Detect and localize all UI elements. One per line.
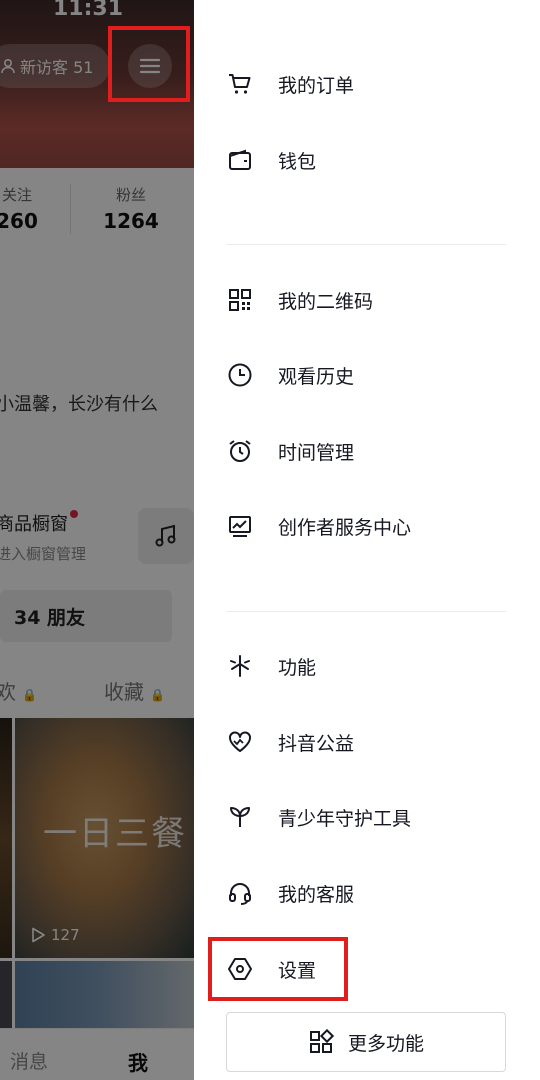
menu-item-history[interactable]: 观看历史 (226, 353, 516, 397)
menu-item-label: 我的订单 (278, 74, 355, 97)
clock-icon (226, 361, 254, 389)
menu-item-youth-protection[interactable]: 青少年守护工具 (226, 795, 516, 839)
menu-item-time-management[interactable]: 时间管理 (226, 429, 516, 473)
alarm-clock-icon (226, 437, 254, 465)
menu-item-wallet[interactable]: 钱包 (226, 138, 516, 182)
qr-code-icon (226, 286, 254, 314)
menu-item-customer-service[interactable]: 我的客服 (226, 871, 516, 915)
wallet-icon (226, 146, 254, 174)
menu-item-label: 观看历史 (278, 365, 355, 388)
menu-divider (226, 611, 506, 612)
cart-icon (226, 70, 254, 98)
more-functions-label: 更多功能 (347, 1032, 424, 1055)
more-functions-button[interactable]: 更多功能 (226, 1012, 506, 1072)
menu-item-creator-center[interactable]: 创作者服务中心 (226, 504, 516, 548)
sprout-icon (226, 803, 254, 831)
menu-item-label: 功能 (278, 656, 317, 679)
menu-item-label: 创作者服务中心 (278, 516, 412, 539)
charity-heart-icon (226, 728, 254, 756)
menu-item-label: 抖音公益 (278, 732, 355, 755)
menu-item-label: 钱包 (278, 150, 317, 173)
grid-apps-icon (309, 1029, 334, 1053)
menu-item-charity[interactable]: 抖音公益 (226, 720, 516, 764)
menu-item-label: 我的客服 (278, 883, 355, 906)
dim-overlay[interactable] (0, 0, 194, 1080)
menu-item-label: 我的二维码 (278, 290, 374, 313)
menu-item-label: 设置 (278, 959, 317, 982)
settings-hexagon-icon (226, 955, 254, 983)
menu-item-label: 时间管理 (278, 441, 355, 464)
menu-item-qr-code[interactable]: 我的二维码 (226, 278, 516, 322)
creator-chart-icon (226, 512, 254, 540)
headset-icon (226, 879, 254, 907)
menu-item-label: 青少年守护工具 (278, 807, 412, 830)
screen: 11:31 新访客 51 关注 260 粉丝 1264 小温馨，长沙有什么 商品… (0, 0, 540, 1080)
menu-item-functions[interactable]: 功能 (226, 644, 516, 688)
side-drawer: 我的订单 钱包 我的二维码 观看历史 时间管理 创作者服务中心 功能 抖音公益 … (194, 0, 540, 1080)
menu-item-orders[interactable]: 我的订单 (226, 62, 516, 106)
function-sparkle-icon (226, 652, 254, 680)
profile-page: 11:31 新访客 51 关注 260 粉丝 1264 小温馨，长沙有什么 商品… (0, 0, 194, 1080)
menu-item-settings[interactable]: 设置 (226, 947, 516, 991)
menu-divider (226, 244, 506, 245)
